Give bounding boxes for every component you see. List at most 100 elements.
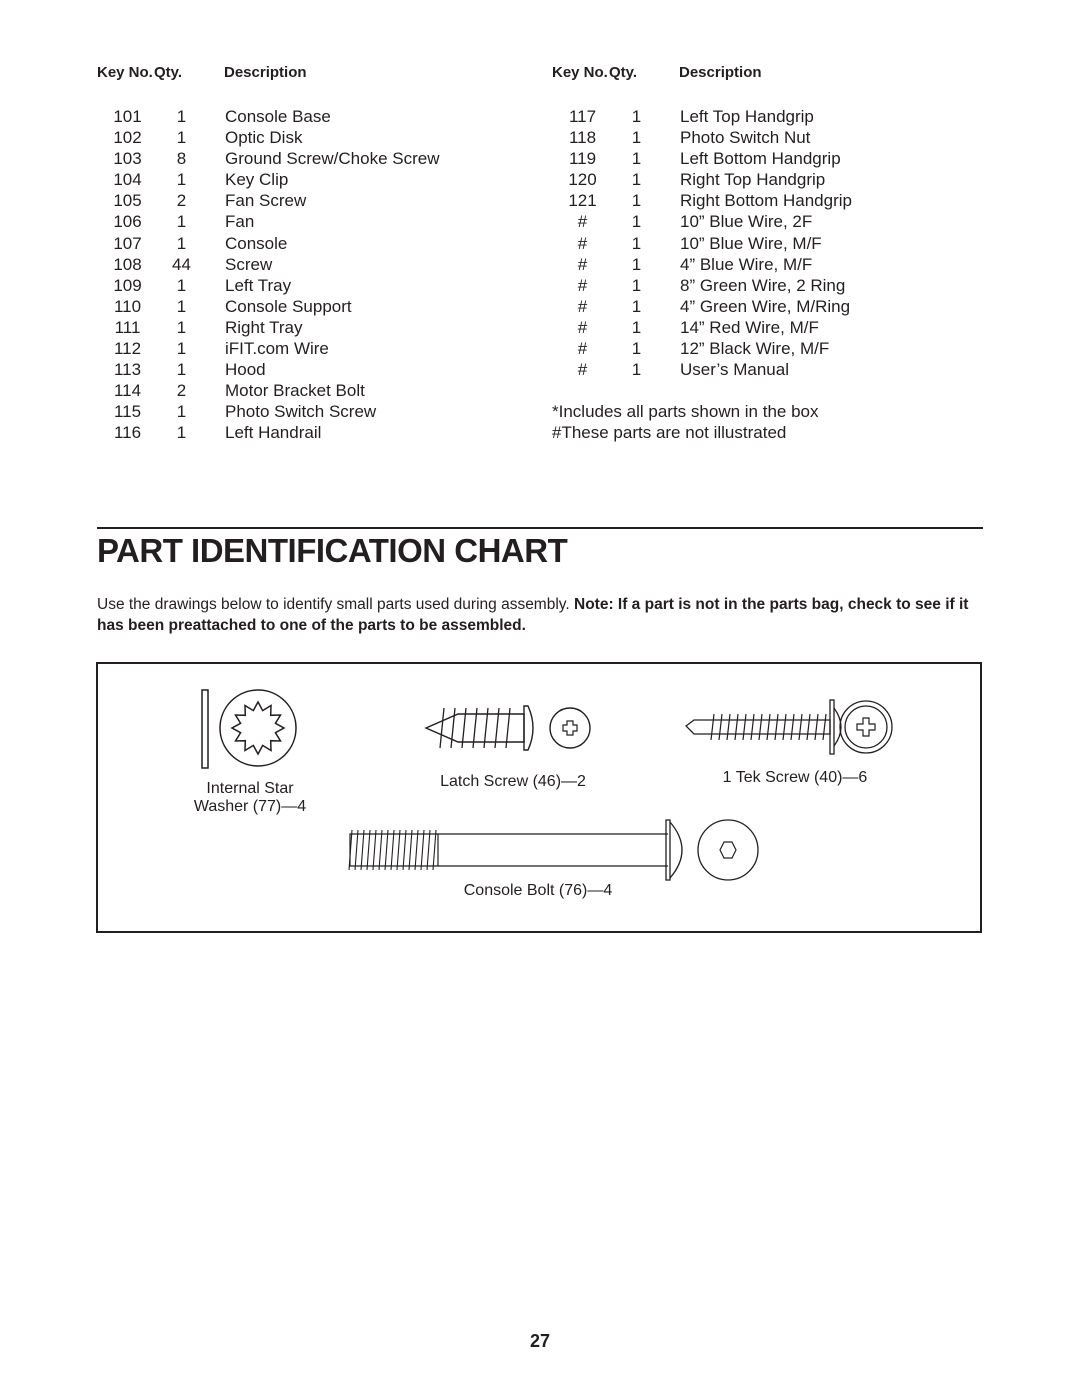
intro-text: Use the drawings below to identify small… — [97, 596, 574, 613]
qty-cell: 1 — [631, 212, 642, 232]
qty-cell: 1 — [176, 423, 187, 443]
table-row: 110 1 Console Support — [97, 296, 517, 317]
description-cell: Right Tray — [225, 317, 303, 337]
description-cell: Hood — [225, 360, 266, 380]
section-title: PART IDENTIFICATION CHART — [97, 532, 568, 569]
table-row: #1 10” Blue Wire, 2F — [552, 211, 972, 232]
part-identification-box: Internal Star Washer (77)—4 Latch Screw … — [96, 662, 982, 933]
header-key-no: Key No. — [552, 64, 608, 81]
table-row: 112 1 iFIT.com Wire — [97, 338, 517, 359]
washer-label-line2: Washer (77)—4 — [193, 798, 307, 815]
page-number: 27 — [529, 1331, 551, 1351]
description-cell: 10” Blue Wire, 2F — [680, 212, 813, 232]
washer-label-line1: Internal Star — [206, 780, 294, 797]
qty-cell: 1 — [631, 296, 642, 316]
description-cell: 10” Blue Wire, M/F — [680, 233, 822, 253]
table-row: #1 4” Blue Wire, M/F — [552, 254, 972, 275]
qty-cell: 1 — [176, 296, 187, 316]
key-no-cell: 109 — [113, 275, 142, 295]
qty-cell: 1 — [176, 212, 187, 232]
key-no-cell: 110 — [113, 296, 142, 316]
key-no-cell: 116 — [113, 423, 142, 443]
key-no-cell: 108 — [113, 254, 142, 274]
description-cell: Optic Disk — [225, 128, 303, 148]
description-cell: Key Clip — [225, 170, 289, 190]
key-no-cell: # — [577, 254, 588, 274]
qty-cell: 1 — [176, 233, 187, 253]
header-key-no: Key No. — [97, 64, 153, 81]
table-row: #1 12” Black Wire, M/F — [552, 338, 972, 359]
table-row: #1 10” Blue Wire, M/F — [552, 233, 972, 254]
tek-screw-icon — [684, 696, 894, 763]
table-row: #1 8” Green Wire, 2 Ring — [552, 275, 972, 296]
qty-cell: 1 — [631, 339, 642, 359]
key-no-cell: # — [577, 360, 588, 380]
table-row: #1 14” Red Wire, M/F — [552, 317, 972, 338]
description-cell: 4” Green Wire, M/Ring — [680, 296, 851, 316]
table-row: 115 1 Photo Switch Screw — [97, 401, 517, 422]
description-cell: Fan — [225, 212, 255, 232]
table-row: 119 1 Left Bottom Handgrip — [552, 148, 972, 169]
latch-screw-label: Latch Screw (46)—2 — [440, 773, 586, 790]
description-cell: 12” Black Wire, M/F — [680, 339, 830, 359]
key-no-cell: # — [577, 296, 588, 316]
note-not-illustrated: #These parts are not illustrated — [552, 423, 787, 443]
description-cell: Right Top Handgrip — [680, 170, 826, 190]
section-divider — [97, 527, 983, 529]
qty-cell: 1 — [631, 107, 642, 126]
description-cell: Photo Switch Nut — [680, 128, 811, 148]
header-description: Description — [679, 64, 762, 81]
key-no-cell: 105 — [113, 191, 142, 211]
parts-list-header: Key No. Qty. Description — [552, 62, 972, 84]
key-no-cell: # — [577, 275, 588, 295]
qty-cell: 1 — [176, 275, 187, 295]
header-qty: Qty. — [154, 64, 183, 81]
description-cell: Ground Screw/Choke Screw — [225, 149, 440, 169]
key-no-cell: # — [577, 212, 588, 232]
table-row: #1 4” Green Wire, M/Ring — [552, 296, 972, 317]
description-cell: Console — [225, 233, 288, 253]
qty-cell: 1 — [631, 191, 642, 211]
qty-cell: 1 — [631, 317, 642, 337]
key-no-cell: # — [577, 233, 588, 253]
table-row: 106 1 Fan — [97, 211, 517, 232]
table-row: 113 1 Hood — [97, 359, 517, 380]
table-row: 121 1 Right Bottom Handgrip — [552, 190, 972, 211]
description-cell: Left Bottom Handgrip — [680, 149, 841, 169]
qty-cell: 1 — [176, 339, 187, 359]
description-cell: Photo Switch Screw — [225, 402, 377, 422]
key-no-cell: 106 — [113, 212, 142, 232]
key-no-cell: 114 — [113, 381, 142, 401]
description-cell: 8” Green Wire, 2 Ring — [680, 275, 846, 295]
key-no-cell: 118 — [568, 128, 597, 148]
description-cell: 4” Blue Wire, M/F — [680, 254, 813, 274]
latch-screw-icon — [424, 702, 594, 759]
key-no-cell: 107 — [113, 233, 142, 253]
qty-cell: 1 — [631, 360, 642, 380]
key-no-cell: 113 — [113, 360, 142, 380]
qty-cell: 1 — [176, 360, 187, 380]
internal-star-washer-icon — [198, 688, 308, 777]
note-included: *Includes all parts shown in the box — [552, 402, 819, 422]
table-row: 102 1 Optic Disk — [97, 127, 517, 148]
description-cell: Right Bottom Handgrip — [680, 191, 852, 211]
key-no-cell: 102 — [113, 128, 142, 148]
key-no-cell: 112 — [113, 339, 142, 359]
parts-rows-right: 117 1 Left Top Handgrip 118 1 Photo Switch Nu… — [552, 106, 972, 380]
qty-cell: 1 — [176, 170, 187, 190]
key-no-cell: # — [577, 339, 588, 359]
qty-cell: 2 — [176, 381, 187, 401]
key-no-cell: 117 — [568, 107, 597, 126]
table-row: 109 1 Left Tray — [97, 275, 517, 296]
table-row: #1 User’s Manual — [552, 359, 972, 380]
description-cell: Left Handrail — [225, 423, 322, 443]
qty-cell: 1 — [631, 170, 642, 190]
qty-cell: 44 — [172, 254, 191, 274]
table-row: 105 2 Fan Screw — [97, 190, 517, 211]
parts-rows-left: 101 1 Console Base 102 1 Optic Disk 103 8 Ground… — [97, 106, 517, 444]
header-qty: Qty. — [609, 64, 638, 81]
qty-cell: 1 — [176, 107, 187, 126]
tek-screw-label: 1 Tek Screw (40)—6 — [722, 769, 868, 786]
console-bolt-label: Console Bolt (76)—4 — [463, 882, 613, 899]
table-row: 116 1 Left Handrail — [97, 422, 517, 443]
